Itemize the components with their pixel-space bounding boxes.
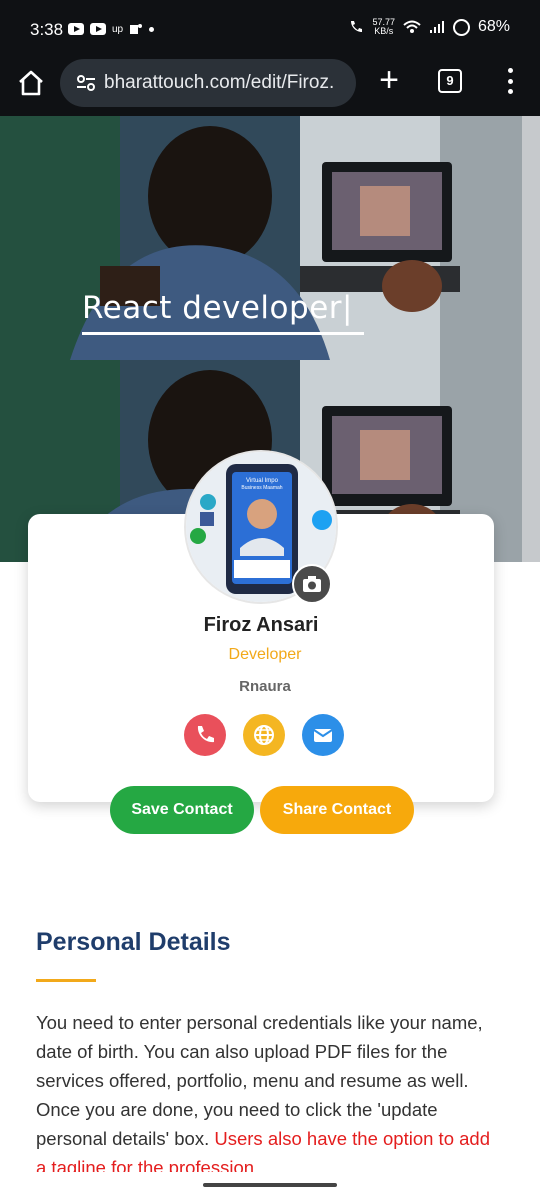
svg-text:Business Maamah: Business Maamah	[241, 485, 282, 491]
browser-toolbar: bharattouch.com/edit/Firoz. + 9	[0, 56, 540, 116]
notification-icons: up	[68, 22, 155, 36]
home-icon[interactable]	[14, 66, 48, 100]
phone-icon[interactable]	[184, 714, 226, 756]
contact-actions: Save Contact Share Contact	[110, 786, 414, 834]
headline-input[interactable]: React developer|	[82, 290, 364, 335]
share-contact-button[interactable]: Share Contact	[260, 786, 414, 834]
network-speed: 57.77 KB/s	[372, 17, 395, 36]
youtube-icon	[90, 23, 106, 35]
call-icon	[351, 21, 363, 32]
more-notifications-icon	[149, 26, 155, 32]
youtube-icon	[68, 23, 84, 35]
address-bar[interactable]: bharattouch.com/edit/Firoz.	[60, 59, 356, 107]
wifi-icon	[403, 20, 421, 33]
teams-icon	[130, 24, 143, 34]
camera-icon[interactable]	[292, 564, 332, 604]
home-indicator[interactable]	[203, 1183, 337, 1187]
scroll-edge	[522, 116, 540, 562]
status-time: 3:38	[30, 20, 64, 39]
section-divider	[36, 979, 96, 982]
signal-icon	[429, 21, 444, 33]
globe-icon[interactable]	[243, 714, 285, 756]
svg-text:Virtual Impo: Virtual Impo	[246, 478, 279, 484]
battery-percent: 68%	[477, 18, 510, 35]
site-settings-icon[interactable]	[76, 74, 96, 92]
url-text[interactable]: bharattouch.com/edit/Firoz.	[104, 72, 354, 94]
section-title: Personal Details	[36, 928, 231, 956]
save-contact-button[interactable]: Save Contact	[110, 786, 254, 834]
battery-icon	[452, 18, 470, 36]
contact-buttons	[184, 714, 344, 756]
section-body: You need to enter personal credentials l…	[36, 1008, 496, 1172]
mail-icon[interactable]	[302, 714, 344, 756]
up-icon: up	[112, 23, 124, 35]
tab-switcher-button[interactable]: 9	[438, 69, 462, 93]
browser-menu-button[interactable]	[500, 68, 520, 94]
status-bar: 3:38 up 57.77 KB/s 68%	[0, 0, 540, 56]
profile-role[interactable]: Developer	[0, 646, 530, 664]
profile-company[interactable]: Rnaura	[0, 678, 530, 695]
new-tab-button[interactable]: +	[372, 63, 406, 98]
status-right: 57.77 KB/s 68%	[348, 18, 510, 36]
profile-name[interactable]: Firoz Ansari	[0, 614, 522, 637]
